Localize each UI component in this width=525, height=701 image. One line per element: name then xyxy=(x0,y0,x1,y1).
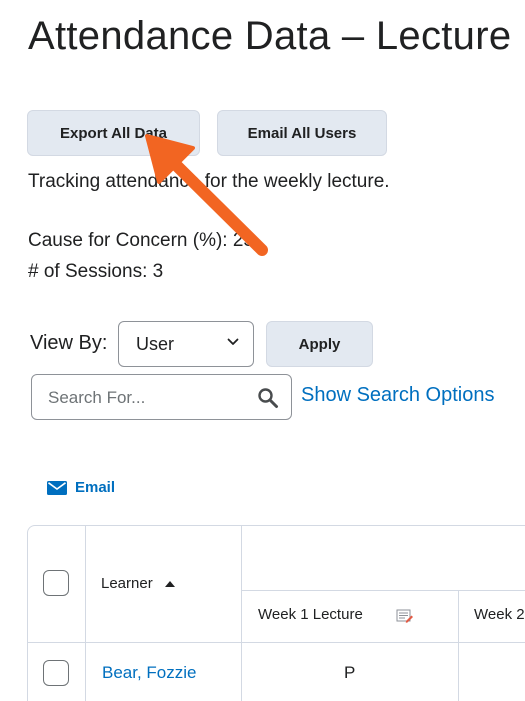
envelope-icon xyxy=(47,480,67,495)
table-divider xyxy=(241,526,242,701)
week-1-column-header: Week 1 Lecture xyxy=(258,606,363,623)
select-all-checkbox[interactable] xyxy=(43,570,69,596)
email-all-users-button[interactable]: Email All Users xyxy=(217,110,387,156)
search-icon[interactable] xyxy=(257,387,279,409)
view-by-selected-value: User xyxy=(136,333,175,354)
row-select-checkbox[interactable] xyxy=(43,660,69,686)
learner-name-link[interactable]: Bear, Fozzie xyxy=(102,663,197,683)
apply-button[interactable]: Apply xyxy=(266,321,373,367)
week-2-column-header: Week 2 xyxy=(474,606,525,623)
search-box xyxy=(31,374,292,420)
chevron-down-icon xyxy=(227,338,239,345)
learner-column-label: Learner xyxy=(101,575,153,592)
attendance-cell[interactable]: P xyxy=(344,663,355,683)
table-divider xyxy=(458,590,459,701)
export-all-data-button[interactable]: Export All Data xyxy=(27,110,200,156)
table-divider xyxy=(27,642,525,643)
show-search-options-link[interactable]: Show Search Options xyxy=(301,384,494,407)
email-button[interactable]: Email xyxy=(47,479,115,496)
view-by-label: View By: xyxy=(30,332,108,354)
edit-grade-icon[interactable] xyxy=(396,608,414,624)
email-button-label: Email xyxy=(75,479,116,496)
description-text: Tracking attendance for the weekly lectu… xyxy=(28,171,390,192)
sort-ascending-icon xyxy=(164,580,175,587)
cause-for-concern-text: Cause for Concern (%): 25 xyxy=(28,230,254,251)
page-title: Attendance Data – Lecture xyxy=(28,14,512,58)
table-divider xyxy=(85,526,86,701)
search-input[interactable] xyxy=(48,385,248,411)
view-by-select[interactable]: User xyxy=(118,321,254,367)
learner-column-header[interactable]: Learner xyxy=(101,575,175,592)
session-count-text: # of Sessions: 3 xyxy=(28,261,164,282)
table-divider xyxy=(241,590,525,591)
